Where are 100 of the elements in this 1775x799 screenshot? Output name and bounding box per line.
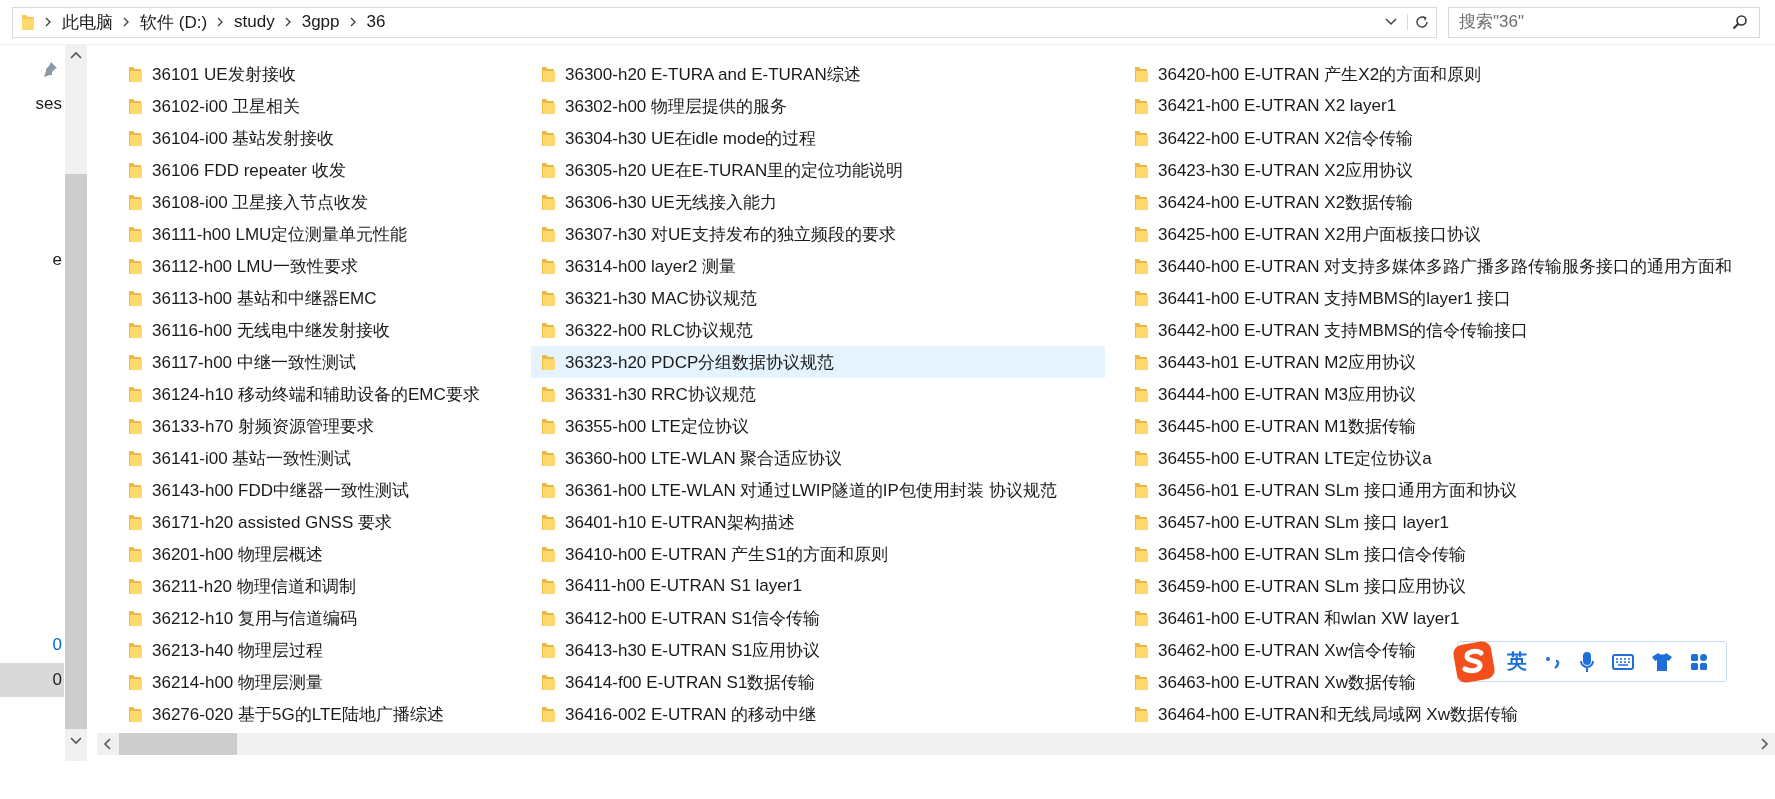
search-field[interactable]: 搜索"36" xyxy=(1448,6,1760,38)
scroll-up-icon[interactable] xyxy=(70,51,82,59)
folder-item[interactable]: 36322-h00 RLC协议规范 xyxy=(531,314,1105,346)
folder-item[interactable]: 36213-h40 物理层过程 xyxy=(118,634,512,666)
folder-item[interactable]: 36463-h00 E-UTRAN Xw数据传输 xyxy=(1124,666,1422,698)
scroll-thumb[interactable] xyxy=(119,733,237,755)
folder-item[interactable]: 36106 FDD repeater 收发 xyxy=(118,154,512,186)
folder-item[interactable]: 36412-h00 E-UTRAN S1信令传输 xyxy=(531,602,1105,634)
folder-item[interactable]: 36212-h10 复用与信道编码 xyxy=(118,602,512,634)
folder-item[interactable]: 36414-f00 E-UTRAN S1数据传输 xyxy=(531,666,1105,698)
breadcrumb-item[interactable]: 3gpp xyxy=(301,12,340,32)
folder-item[interactable]: 36276-020 基于5G的LTE陆地广播综述 xyxy=(118,698,512,730)
folder-item[interactable]: 36411-h00 E-UTRAN S1 layer1 xyxy=(531,570,1105,602)
breadcrumb-item[interactable]: 36 xyxy=(366,12,386,32)
folder-icon xyxy=(1134,609,1148,627)
folder-item[interactable]: 36457-h00 E-UTRAN SLm 接口 layer1 xyxy=(1124,506,1455,538)
folder-item[interactable]: 36445-h00 E-UTRAN M1数据传输 xyxy=(1124,410,1422,442)
folder-icon xyxy=(541,641,555,659)
folder-item[interactable]: 36413-h30 E-UTRAN S1应用协议 xyxy=(531,634,1105,666)
folder-item[interactable]: 36133-h70 射频资源管理要求 xyxy=(118,410,512,442)
folder-item[interactable]: 36141-i00 基站一致性测试 xyxy=(118,442,512,474)
nav-item[interactable]: ses xyxy=(0,87,64,121)
folder-item[interactable]: 36113-h00 基站和中继器EMC xyxy=(118,282,512,314)
folder-item[interactable]: 36458-h00 E-UTRAN SLm 接口信令传输 xyxy=(1124,538,1472,570)
folder-item[interactable]: 36143-h00 FDD中继器一致性测试 xyxy=(118,474,512,506)
folder-item[interactable]: 36410-h00 E-UTRAN 产生S1的方面和原则 xyxy=(531,538,1105,570)
folder-item[interactable]: 36441-h00 E-UTRAN 支持MBMS的layer1 接口 xyxy=(1124,282,1518,314)
folder-item[interactable]: 36117-h00 中继一致性测试 xyxy=(118,346,512,378)
folder-item[interactable]: 36214-h00 物理层测量 xyxy=(118,666,512,698)
folder-item[interactable]: 36416-002 E-UTRAN 的移动中继 xyxy=(531,698,1105,730)
folder-item[interactable]: 36444-h00 E-UTRAN M3应用协议 xyxy=(1124,378,1422,410)
folder-item[interactable]: 36171-h20 assisted GNSS 要求 xyxy=(118,506,512,538)
nav-item[interactable]: 0 xyxy=(0,628,64,662)
folder-item[interactable]: 36425-h00 E-UTRAN X2用户面板接口协议 xyxy=(1124,218,1488,250)
folder-icon xyxy=(1134,321,1148,339)
folder-item[interactable]: 36401-h10 E-UTRAN架构描述 xyxy=(531,506,1105,538)
folder-item[interactable]: 36101 UE发射接收 xyxy=(118,58,512,90)
folder-icon xyxy=(541,609,555,627)
nav-item[interactable]: e xyxy=(0,243,64,277)
nav-item[interactable]: 0 xyxy=(0,663,64,697)
folder-item[interactable]: 36459-h00 E-UTRAN SLm 接口应用协议 xyxy=(1124,570,1472,602)
folder-item[interactable]: 36108-i00 卫星接入节点收发 xyxy=(118,186,512,218)
folder-item[interactable]: 36104-i00 基站发射接收 xyxy=(118,122,512,154)
folder-item[interactable]: 36321-h30 MAC协议规范 xyxy=(531,282,1105,314)
folder-item[interactable]: 36360-h00 LTE-WLAN 聚合适应协议 xyxy=(531,442,1105,474)
folder-item[interactable]: 36306-h30 UE无线接入能力 xyxy=(531,186,1105,218)
folder-item[interactable]: 36302-h00 物理层提供的服务 xyxy=(531,90,1105,122)
folder-item[interactable]: 36116-h00 无线电中继发射接收 xyxy=(118,314,512,346)
folder-item[interactable]: 36112-h00 LMU一致性要求 xyxy=(118,250,512,282)
folder-item[interactable]: 36314-h00 layer2 测量 xyxy=(531,250,1105,282)
folder-item[interactable]: 36424-h00 E-UTRAN X2数据传输 xyxy=(1124,186,1420,218)
microphone-icon[interactable] xyxy=(1579,650,1595,673)
address-bar[interactable]: 此电脑 软件 (D:) study 3gpp 36 xyxy=(12,6,1437,38)
folder-item[interactable]: 36323-h20 PDCP分组数据协议规范 xyxy=(531,346,1105,378)
pin-icon[interactable] xyxy=(42,61,58,77)
refresh-icon[interactable] xyxy=(1407,14,1430,30)
folder-item[interactable]: 36440-h00 E-UTRAN 对支持多媒体多路广播多路传输服务接口的通用方面和 xyxy=(1124,250,1739,282)
folder-item[interactable]: 36421-h00 E-UTRAN X2 layer1 xyxy=(1124,90,1403,122)
folder-item[interactable]: 36331-h30 RRC协议规范 xyxy=(531,378,1105,410)
folder-item[interactable]: 36443-h01 E-UTRAN M2应用协议 xyxy=(1124,346,1422,378)
scroll-thumb[interactable] xyxy=(65,174,87,729)
folder-item[interactable]: 36423-h30 E-UTRAN X2应用协议 xyxy=(1124,154,1420,186)
folder-item[interactable]: 36300-h20 E-TURA and E-TURAN综述 xyxy=(531,58,1105,90)
grid-icon[interactable] xyxy=(1690,652,1708,671)
folder-icon xyxy=(541,449,555,467)
folder-item[interactable]: 36455-h00 E-UTRAN LTE定位协议a xyxy=(1124,442,1438,474)
keyboard-icon[interactable] xyxy=(1612,653,1634,670)
folder-item[interactable]: 36304-h30 UE在idle mode的过程 xyxy=(531,122,1105,154)
folder-icon xyxy=(541,321,555,339)
folder-item[interactable]: 36461-h00 E-UTRAN 和wlan XW layer1 xyxy=(1124,602,1466,634)
folder-item[interactable]: 36462-h00 E-UTRAN Xw信令传输 xyxy=(1124,634,1422,666)
folder-item[interactable]: 36442-h00 E-UTRAN 支持MBMS的信令传输接口 xyxy=(1124,314,1535,346)
folder-item[interactable]: 36361-h00 LTE-WLAN 对通过LWIP隧道的IP包使用封装 协议规范 xyxy=(531,474,1105,506)
folder-icon xyxy=(128,193,142,211)
folder-icon xyxy=(128,545,142,563)
folder-item[interactable]: 36102-i00 卫星相关 xyxy=(118,90,512,122)
folder-item[interactable]: 36307-h30 对UE支持发布的独立频段的要求 xyxy=(531,218,1105,250)
folder-item[interactable]: 36124-h10 移动终端和辅助设备的EMC要求 xyxy=(118,378,512,410)
folder-item[interactable]: 36211-h20 物理信道和调制 xyxy=(118,570,512,602)
folder-item[interactable]: 36420-h00 E-UTRAN 产生X2的方面和原则 xyxy=(1124,58,1488,90)
breadcrumb-item[interactable]: 软件 (D:) xyxy=(140,10,208,34)
search-icon[interactable] xyxy=(1732,13,1748,30)
folder-icon xyxy=(541,545,555,563)
folder-item[interactable]: 36201-h00 物理层概述 xyxy=(118,538,512,570)
folder-item[interactable]: 36422-h00 E-UTRAN X2信令传输 xyxy=(1124,122,1420,154)
folder-icon xyxy=(1134,417,1148,435)
folder-item[interactable]: 36111-h00 LMU定位测量单元性能 xyxy=(118,218,512,250)
scroll-right-icon[interactable] xyxy=(1761,738,1769,750)
folder-item[interactable]: 36305-h20 UE在E-TURAN里的定位功能说明 xyxy=(531,154,1105,186)
folder-item[interactable]: 36456-h01 E-UTRAN SLm 接口通用方面和协议 xyxy=(1124,474,1523,506)
folder-item[interactable]: 36355-h00 LTE定位协议 xyxy=(531,410,1105,442)
scroll-left-icon[interactable] xyxy=(103,738,111,750)
caret-down-icon[interactable] xyxy=(1385,18,1397,26)
breadcrumb-item[interactable]: 此电脑 xyxy=(62,10,113,34)
scroll-down-icon[interactable] xyxy=(70,737,82,745)
folder-icon xyxy=(541,417,555,435)
folder-item[interactable]: 36464-h00 E-UTRAN和无线局域网 Xw数据传输 xyxy=(1124,698,1524,730)
shirt-icon[interactable] xyxy=(1651,651,1673,672)
input-mode-toggle[interactable]: 英 xyxy=(1507,648,1527,675)
breadcrumb-item[interactable]: study xyxy=(234,12,275,32)
